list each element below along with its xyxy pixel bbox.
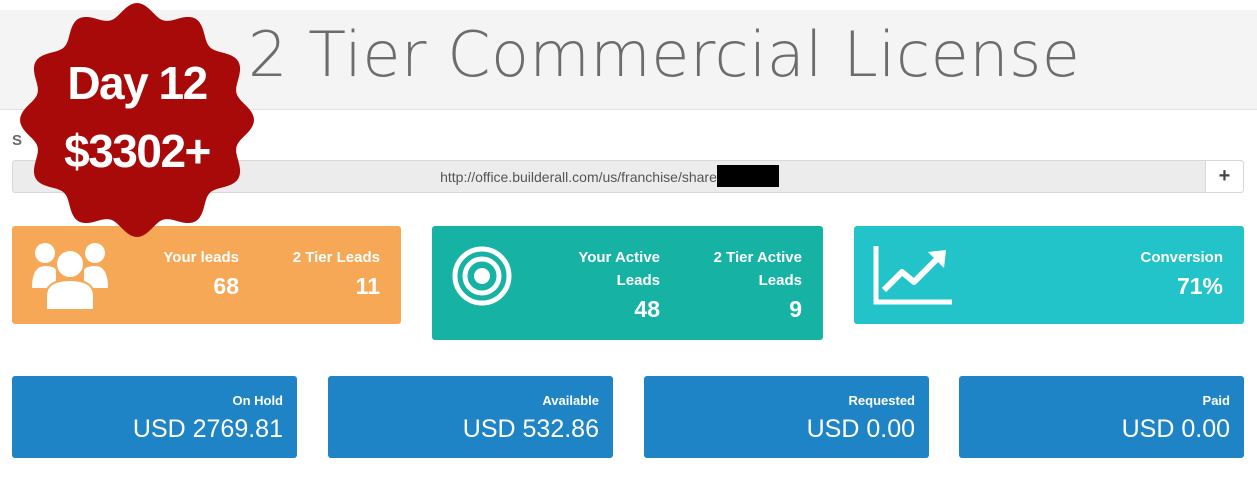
paid-label: Paid: [1202, 393, 1230, 408]
line-chart-icon: [873, 246, 952, 305]
available-card: Available USD 532.86: [328, 376, 613, 458]
seal-badge-shape: [20, 3, 254, 237]
conversion-stat: Conversion 71%: [1140, 246, 1223, 300]
tier-leads-label: 2 Tier Leads: [292, 249, 380, 266]
share-url: http://office.builderall.com/us/franchis…: [440, 169, 717, 185]
available-label: Available: [542, 393, 599, 408]
your-active-leads-value: 48: [634, 296, 660, 322]
tier-active-leads-stat: 2 Tier Active Leads 9: [714, 246, 802, 323]
tier-active-leads-value: 9: [789, 296, 802, 322]
your-active-leads-label-2: Leads: [616, 272, 660, 289]
conversion-label: Conversion: [1140, 249, 1223, 266]
available-amount: USD 532.86: [462, 415, 599, 443]
on-hold-amount: USD 2769.81: [132, 415, 283, 443]
users-group-icon: [32, 243, 108, 310]
tier-active-leads-label-2: Leads: [758, 272, 802, 289]
target-icon: [452, 246, 512, 306]
requested-amount: USD 0.00: [806, 415, 915, 443]
badge-day-text: Day 12: [67, 57, 208, 109]
paid-amount: USD 0.00: [1121, 415, 1230, 443]
seal-badge: [20, 3, 254, 237]
conversion-card: Conversion 71%: [854, 226, 1244, 324]
add-button[interactable]: +: [1205, 161, 1243, 192]
on-hold-label: On Hold: [232, 393, 283, 408]
active-leads-card: Your Active Leads 48 2 Tier Active Leads…: [432, 226, 823, 340]
on-hold-card: On Hold USD 2769.81: [12, 376, 297, 458]
redacted-block: [716, 165, 779, 188]
leads-card: Your leads 68 2 Tier Leads 11: [12, 226, 401, 324]
your-leads-stat: Your leads 68: [163, 246, 239, 300]
tier-active-leads-label-1: 2 Tier Active: [713, 249, 802, 266]
tier-leads-stat: 2 Tier Leads 11: [293, 246, 380, 300]
your-leads-label: Your leads: [163, 249, 239, 266]
page-title: 2 Tier Commercial License: [248, 18, 1081, 91]
requested-label: Requested: [848, 393, 915, 408]
conversion-value: 71%: [1176, 273, 1223, 299]
requested-card: Requested USD 0.00: [644, 376, 929, 458]
paid-card: Paid USD 0.00: [959, 376, 1244, 458]
badge-amount-text: $3302+: [64, 125, 211, 177]
your-leads-value: 68: [213, 273, 239, 299]
your-active-leads-stat: Your Active Leads 48: [578, 246, 660, 323]
tier-leads-value: 11: [355, 273, 380, 299]
your-active-leads-label-1: Your Active: [578, 249, 660, 266]
